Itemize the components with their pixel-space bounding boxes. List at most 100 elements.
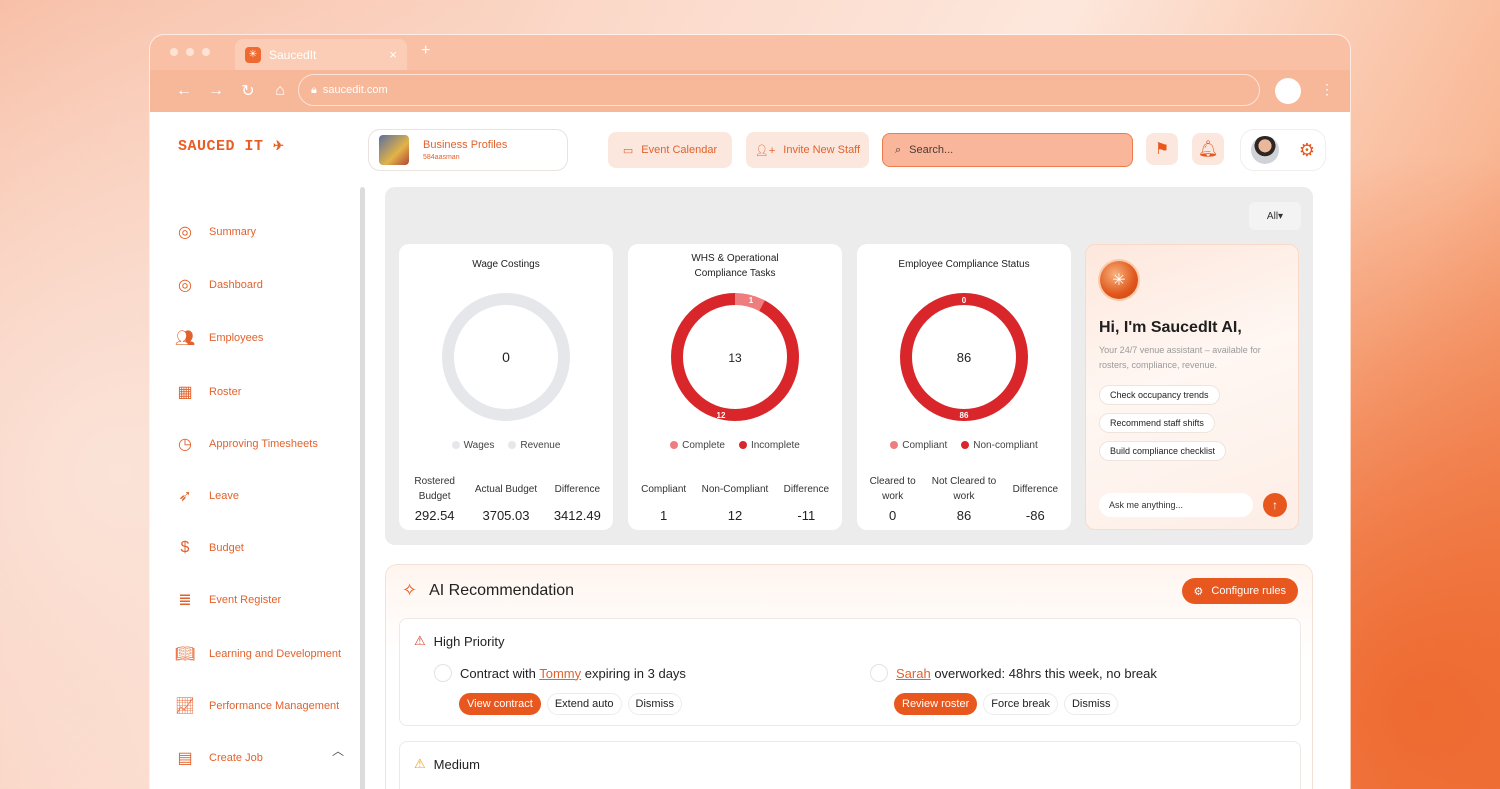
globe-icon: ◎ [178,224,192,241]
close-icon[interactable]: × [389,47,397,62]
task-checkbox[interactable] [870,664,888,682]
window-controls[interactable] [170,48,210,56]
business-profiles-selector[interactable]: Business Profiles 584aasman [368,129,568,171]
legend-complete: Complete [670,440,725,451]
task-text: Sarah overworked: 48hrs this week, no br… [896,665,1157,681]
employee-link[interactable]: Tommy [539,666,581,681]
user-menu[interactable]: ⚙ [1240,129,1326,171]
high-priority-group: ⚠ High Priority Contract with Tommy expi… [399,618,1301,726]
stat-difference: Difference 3412.49 [553,483,601,524]
browser-menu-icon[interactable]: ⋮ [1320,81,1334,98]
ai-logo-icon: ✳ [1100,261,1138,299]
card-title: WHS & Operational Compliance Tasks [691,253,779,279]
stat-non-compliant: Non-Compliant 12 [701,483,769,524]
sidebar-item-employees[interactable]: 👥︎ Employees [175,328,264,348]
sidebar-item-summary[interactable]: ◎ Summary [175,222,256,242]
chart-legend: Compliant Non-compliant [857,440,1071,451]
address-bar-row: ← → ↻ ⌂ 🔒︎ saucedit.com ⋮ [150,70,1350,112]
search-input[interactable]: ⌕ Search... [882,133,1133,167]
stat-rostered-budget: Rostered Budget 292.54 [414,476,455,523]
dismiss-button[interactable]: Dismiss [627,693,683,715]
tab-title: SaucedIt [269,47,317,62]
donut-center-value: 13 [728,351,742,365]
whs-donut-chart: 13 1 12 [671,293,799,421]
calendar-icon: ▦ [177,384,193,401]
recommendation-item: Sarah overworked: 48hrs this week, no br… [870,664,1157,682]
stat-not-cleared: Not Cleared to work 86 [931,476,997,523]
notifications-button[interactable]: 🔔︎ [1192,133,1224,165]
event-calendar-button[interactable]: ▭ Event Calendar [608,132,732,168]
chevron-up-icon[interactable]: ︿ [332,742,344,759]
sidebar-item-leave[interactable]: ➶ Leave [175,486,239,506]
calendar-icon: ▭ [622,144,634,157]
sidebar-item-event-register[interactable]: ≣ Event Register [175,590,281,610]
wage-donut-chart: 0 [442,293,570,421]
wage-costings-card: Wage Costings 0 Wages Revenue Rostered B… [399,244,613,530]
card-title: Employee Compliance Status [898,259,1030,270]
browser-profile-icon[interactable] [1275,78,1301,104]
legend-wages: Wages [451,440,494,451]
task-checkbox[interactable] [434,664,452,682]
gear-icon[interactable]: ⚙ [1299,140,1315,161]
ask-input[interactable]: Ask me anything... [1099,493,1253,517]
logo[interactable]: SAUCED IT ✈ [178,138,284,155]
dollar-icon: $ [180,539,190,556]
home-icon[interactable]: ⌂ [264,82,296,100]
stat-actual-budget: Actual Budget 3705.03 [474,483,538,524]
invite-staff-button[interactable]: 👤︎+ Invite New Staff [746,132,869,168]
extend-auto-button[interactable]: Extend auto [546,693,622,715]
priority-header: ⚠ Medium [414,756,480,772]
view-contract-button[interactable]: View contract [459,693,541,715]
suggestion-chip[interactable]: Check occupancy trends [1099,385,1220,405]
ai-subtitle: Your 24/7 venue assistant – available fo… [1099,345,1261,370]
back-icon[interactable]: ← [168,82,200,100]
employee-link[interactable]: Sarah [896,666,931,681]
sidebar-item-dashboard[interactable]: ◎ Dashboard [175,275,263,295]
configure-rules-button[interactable]: ⚙ Configure rules [1181,578,1298,604]
card-title: Wage Costings [472,259,540,270]
browser-tab[interactable]: ✳ SaucedIt × [235,39,407,70]
legend-revenue: Revenue [508,440,560,451]
ai-title: Hi, I'm SaucedIt AI, [1099,319,1242,336]
app: SAUCED IT ✈ Business Profiles 584aasman … [150,112,1350,789]
card-stats: Compliant 1 Non-Compliant 12 Difference -11 [628,474,842,524]
donut-center-value: 0 [502,349,510,365]
sidebar-item-create-job[interactable]: ▤ Create Job [175,748,262,768]
sidebar-item-roster[interactable]: ▦ Roster [175,382,241,402]
forward-icon[interactable]: → [200,82,232,100]
review-roster-button[interactable]: Review roster [894,693,978,715]
task-actions: View contract Extend auto Dismiss [459,693,683,715]
sidebar: ◎ Summary ◎ Dashboard 👥︎ Employees ▦ Roster … [150,202,360,789]
whs-compliance-card: WHS & Operational Compliance Tasks 13 1 … [628,244,842,530]
dismiss-button[interactable]: Dismiss [1063,693,1119,715]
sidebar-item-performance[interactable]: 📈︎ Performance Management [175,696,339,716]
reload-icon[interactable]: ↻ [232,81,264,101]
new-tab-icon[interactable]: + [421,42,430,60]
book-icon: 📖︎ [174,646,196,663]
suggestion-chip[interactable]: Recommend staff shifts [1099,413,1215,433]
task-actions: Review roster Force break Dismiss [894,693,1119,715]
donut-top-label: 1 [749,296,754,305]
donut-bottom-label: 86 [960,411,969,420]
lock-icon: 🔒︎ [311,83,317,96]
filter-select[interactable]: All ▾ [1249,202,1301,230]
business-title: Business Profiles [423,139,508,151]
url-field[interactable]: 🔒︎ saucedit.com [298,74,1260,106]
sidebar-item-learning[interactable]: 📖︎ Learning and Development [175,644,341,664]
sidebar-scrollbar[interactable] [360,187,365,789]
sparkle-icon: ✧ [402,580,418,600]
sidebar-item-approving-timesheets[interactable]: ◷ Approving Timesheets [175,434,318,454]
business-thumbnail [379,135,409,165]
avatar[interactable] [1250,136,1279,164]
suggestion-chip[interactable]: Build compliance checklist [1099,441,1227,461]
donut-center-value: 86 [957,350,971,365]
task-text: Contract with Tommy expiring in 3 days [460,665,686,681]
legend-non-compliant: Non-compliant [961,440,1038,451]
summary-panel: All ▾ Wage Costings 0 Wages Revenue Roste… [385,187,1313,545]
stat-difference: Difference -11 [783,483,830,524]
flag-message-button[interactable]: ⚑ [1146,133,1178,165]
force-break-button[interactable]: Force break [983,693,1058,715]
legend-incomplete: Incomplete [738,440,800,451]
sidebar-item-budget[interactable]: $ Budget [175,538,244,558]
send-button[interactable]: ↑ [1263,493,1287,517]
